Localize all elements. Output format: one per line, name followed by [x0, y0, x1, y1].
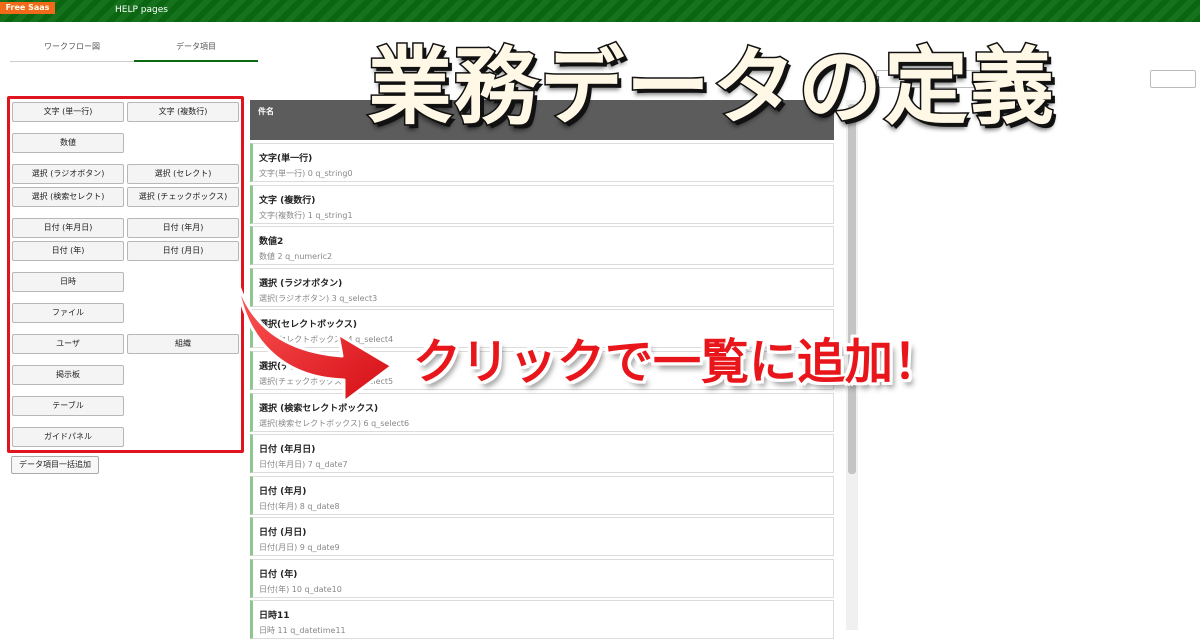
- add-file-button[interactable]: ファイル: [12, 303, 124, 323]
- right-select-2[interactable]: [1150, 70, 1196, 88]
- item-name: 日付 (月日): [259, 528, 307, 538]
- add-number-button[interactable]: 数値: [12, 133, 124, 153]
- top-bar: Free Saas HELP pages: [0, 0, 1200, 22]
- brand-logo[interactable]: Free Saas: [0, 2, 55, 14]
- add-date-md-button[interactable]: 日付 (月日): [127, 241, 239, 261]
- item-detail: 選択(チェックボックス) 5 q_select5: [259, 377, 394, 386]
- add-organization-button[interactable]: 組織: [127, 334, 239, 354]
- add-select-checkbox-button[interactable]: 選択 (チェックボックス): [127, 187, 239, 207]
- list-item[interactable]: 文字 (複数行) 文字(複数行) 1 q_string1: [250, 185, 834, 224]
- list-item[interactable]: 日付 (年) 日付(年) 10 q_date10: [250, 559, 834, 598]
- item-detail: 数値 2 q_numeric2: [259, 252, 333, 261]
- add-bulletin-board-button[interactable]: 掲示板: [12, 365, 124, 385]
- item-detail: 日時 11 q_datetime11: [259, 626, 346, 635]
- add-text-multi-line-button[interactable]: 文字 (複数行): [127, 102, 239, 122]
- item-name: 選択 (ラジオボタン): [259, 279, 343, 289]
- item-detail: 文字(単一行) 0 q_string0: [259, 169, 353, 178]
- item-name: 日付 (年月日): [259, 445, 316, 455]
- list-item[interactable]: 日付 (年月日) 日付(年月日) 7 q_date7: [250, 434, 834, 473]
- add-guide-panel-button[interactable]: ガイドパネル: [12, 427, 124, 447]
- add-text-single-line-button[interactable]: 文字 (単一行): [12, 102, 124, 122]
- add-table-button[interactable]: テーブル: [12, 396, 124, 416]
- list-item[interactable]: 日付 (月日) 日付(月日) 9 q_date9: [250, 517, 834, 556]
- add-select-search-button[interactable]: 選択 (検索セレクト): [12, 187, 124, 207]
- item-name: 文字 (複数行): [259, 196, 316, 206]
- callout-overlay: クリックで一覧に追加！: [413, 334, 942, 390]
- item-detail: 日付(年) 10 q_date10: [259, 585, 342, 594]
- tab-workflow-diagram[interactable]: ワークフロー図: [10, 36, 134, 62]
- list-item[interactable]: 数値2 数値 2 q_numeric2: [250, 226, 834, 265]
- add-user-button[interactable]: ユーザ: [12, 334, 124, 354]
- add-date-ym-button[interactable]: 日付 (年月): [127, 218, 239, 238]
- list-item[interactable]: 選択 (検索セレクトボックス) 選択(検索セレクトボックス) 6 q_select…: [250, 393, 834, 432]
- item-name: 数値2: [259, 237, 284, 247]
- item-name: 文字(単一行): [259, 154, 313, 164]
- item-name: 選択(チェックボックス): [259, 362, 357, 372]
- item-detail: 日付(年月) 8 q_date8: [259, 502, 340, 511]
- tab-data-items[interactable]: データ項目: [134, 36, 258, 62]
- item-detail: 文字(複数行) 1 q_string1: [259, 211, 353, 220]
- item-detail: 日付(月日) 9 q_date9: [259, 543, 340, 552]
- item-name: 日付 (年): [259, 570, 298, 580]
- list-item[interactable]: 文字(単一行) 文字(単一行) 0 q_string0: [250, 143, 834, 182]
- item-name: 選択 (検索セレクトボックス): [259, 404, 379, 414]
- item-name: 日付 (年月): [259, 487, 307, 497]
- item-name: 日時11: [259, 611, 290, 621]
- item-detail: 選択(検索セレクトボックス) 6 q_select6: [259, 419, 410, 428]
- item-detail: 選択(セレクトボックス) 4 q_select4: [259, 335, 394, 344]
- bulk-add-data-items-button[interactable]: データ項目一括追加: [11, 456, 99, 474]
- list-scrollbar-thumb[interactable]: [848, 104, 856, 474]
- item-detail: 選択(ラジオボタン) 3 q_select3: [259, 294, 378, 303]
- item-name: 選択(セレクトボックス): [259, 320, 357, 330]
- add-datetime-button[interactable]: 日時: [12, 272, 124, 292]
- help-pages-link[interactable]: HELP pages: [115, 5, 168, 15]
- add-date-year-button[interactable]: 日付 (年): [12, 241, 124, 261]
- list-item[interactable]: 日時11 日時 11 q_datetime11: [250, 600, 834, 639]
- add-date-ymd-button[interactable]: 日付 (年月日): [12, 218, 124, 238]
- add-select-dropdown-button[interactable]: 選択 (セレクト): [127, 164, 239, 184]
- headline-overlay: 業務データの定義: [366, 37, 1057, 138]
- tab-bar: ワークフロー図 データ項目: [10, 36, 258, 62]
- list-item[interactable]: 選択 (ラジオボタン) 選択(ラジオボタン) 3 q_select3: [250, 268, 834, 307]
- item-detail: 日付(年月日) 7 q_date7: [259, 460, 348, 469]
- add-select-radio-button[interactable]: 選択 (ラジオボタン): [12, 164, 124, 184]
- list-item[interactable]: 日付 (年月) 日付(年月) 8 q_date8: [250, 476, 834, 515]
